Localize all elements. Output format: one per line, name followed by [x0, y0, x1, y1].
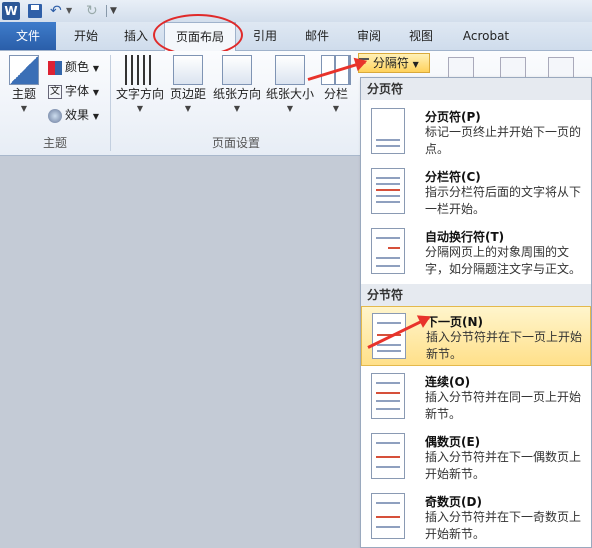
effects-icon — [48, 108, 62, 123]
word-window: W ↶ ▼ ↻ ▼ 文件 开始 插入 页面布局 引用 邮件 审阅 视图 Acro… — [0, 0, 592, 548]
size-button[interactable]: 纸张大小 ▼ — [264, 55, 316, 113]
chevron-down-icon: ▼ — [92, 112, 99, 121]
text-direction-label: 文字方向 — [115, 87, 164, 101]
colors-label: 颜色 — [65, 60, 90, 74]
continuous-icon — [371, 373, 405, 419]
tab-file[interactable]: 文件 — [0, 22, 56, 50]
group-separator — [110, 55, 111, 151]
page-setup-group-label: 页面设置 — [211, 136, 260, 150]
size-label: 纸张大小 — [265, 87, 314, 101]
menu-item-title: 奇数页(D) — [425, 495, 482, 509]
tab-references[interactable]: 引用 — [242, 22, 288, 50]
tab-home[interactable]: 开始 — [62, 22, 110, 50]
page-breaks-header: 分页符 — [361, 78, 591, 100]
orientation-button[interactable]: 纸张方向 ▼ — [210, 55, 264, 113]
columns-button[interactable]: 分栏 ▼ — [318, 55, 354, 113]
menu-item-desc: 插入分节符并在下一页上开始新节。 — [426, 330, 583, 361]
redo-icon[interactable]: ↻ — [86, 2, 100, 20]
chevron-down-icon: ▼ — [332, 104, 340, 113]
columns-label: 分栏 — [323, 87, 348, 101]
effects-label: 效果 — [65, 108, 90, 122]
menu-item-desc: 插入分节符并在同一页上开始新节。 — [425, 390, 582, 421]
customize-qat-icon[interactable]: ▼ — [110, 2, 117, 20]
tab-view[interactable]: 视图 — [398, 22, 444, 50]
chevron-down-icon: ▼ — [92, 88, 99, 97]
chevron-down-icon: ▼ — [184, 104, 192, 113]
page-break-icon — [371, 108, 405, 154]
menu-item-even-page[interactable]: 偶数页(E) 插入分节符并在下一偶数页上开始新节。 — [361, 427, 591, 487]
title-bar: W ↶ ▼ ↻ ▼ — [0, 0, 592, 22]
menu-item-desc: 分隔网页上的对象周围的文字，如分隔题注文字与正文。 — [425, 245, 582, 276]
breaks-button[interactable]: 分隔符 ▼ — [358, 53, 430, 73]
section-breaks-header: 分节符 — [361, 284, 591, 306]
page-size-icon — [275, 55, 305, 85]
tab-mailings[interactable]: 邮件 — [294, 22, 340, 50]
chevron-down-icon: ▼ — [92, 64, 99, 73]
effects-button[interactable]: 效果 ▼ — [48, 104, 99, 126]
menu-item-title: 偶数页(E) — [425, 435, 481, 449]
fonts-button[interactable]: 文字体 ▼ — [48, 80, 99, 102]
tab-acrobat[interactable]: Acrobat — [452, 22, 520, 50]
breaks-label: 分隔符 — [372, 56, 409, 70]
undo-dropdown-icon[interactable]: ▼ — [66, 2, 72, 20]
even-page-icon — [371, 433, 405, 479]
ribbon-tabs: 文件 开始 插入 页面布局 引用 邮件 审阅 视图 Acrobat — [0, 22, 592, 51]
undo-icon[interactable]: ↶ — [50, 2, 64, 20]
menu-item-continuous[interactable]: 连续(O) 插入分节符并在同一页上开始新节。 — [361, 367, 591, 427]
fonts-label: 字体 — [65, 84, 90, 98]
colors-icon — [48, 60, 62, 75]
margins-icon — [173, 55, 203, 85]
tab-page-layout[interactable]: 页面布局 — [164, 22, 236, 51]
document-area[interactable] — [0, 156, 360, 548]
text-direction-icon — [125, 55, 155, 85]
word-logo-icon[interactable]: W — [2, 2, 20, 20]
text-direction-button[interactable]: 文字方向 ▼ — [114, 55, 166, 113]
qat-separator — [106, 5, 107, 17]
text-wrapping-icon — [371, 228, 405, 274]
menu-item-text-wrapping[interactable]: 自动换行符(T) 分隔网页上的对象周围的文字，如分隔题注文字与正文。 — [361, 222, 591, 282]
column-break-icon — [371, 168, 405, 214]
colors-button[interactable]: 颜色 ▼ — [48, 56, 99, 78]
orientation-icon — [222, 55, 252, 85]
tab-insert[interactable]: 插入 — [112, 22, 160, 50]
menu-item-next-page[interactable]: 下一页(N) 插入分节符并在下一页上开始新节。 — [361, 306, 591, 366]
menu-item-title: 下一页(N) — [426, 315, 484, 329]
tab-review[interactable]: 审阅 — [346, 22, 392, 50]
themes-icon — [9, 55, 39, 85]
menu-item-odd-page[interactable]: 奇数页(D) 插入分节符并在下一奇数页上开始新节。 — [361, 487, 591, 547]
orientation-label: 纸张方向 — [212, 87, 261, 101]
chevron-down-icon: ▼ — [286, 104, 294, 113]
chevron-down-icon: ▼ — [233, 104, 241, 113]
chevron-down-icon: ▼ — [20, 104, 28, 113]
fonts-icon: 文 — [48, 84, 62, 99]
menu-item-column-break[interactable]: 分栏符(C) 指示分栏符后面的文字将从下一栏开始。 — [361, 162, 591, 222]
margins-label: 页边距 — [169, 87, 206, 101]
save-icon[interactable] — [28, 4, 42, 18]
chevron-down-icon: ▼ — [412, 60, 419, 69]
chevron-down-icon: ▼ — [136, 104, 144, 113]
menu-item-desc: 标记一页终止并开始下一页的点。 — [425, 125, 582, 156]
menu-item-page-break[interactable]: 分页符(P) 标记一页终止并开始下一页的点。 — [361, 102, 591, 162]
menu-item-desc: 指示分栏符后面的文字将从下一栏开始。 — [425, 185, 582, 216]
margins-button[interactable]: 页边距 ▼ — [168, 55, 208, 113]
menu-item-title: 自动换行符(T) — [425, 230, 505, 244]
menu-item-desc: 插入分节符并在下一偶数页上开始新节。 — [425, 450, 582, 481]
menu-item-title: 分页符(P) — [425, 110, 481, 124]
odd-page-icon — [371, 493, 405, 539]
themes-label: 主题 — [11, 87, 36, 101]
menu-item-title: 分栏符(C) — [425, 170, 481, 184]
breaks-dropdown-menu: 分页符 分页符(P) 标记一页终止并开始下一页的点。 分栏符(C) 指示分栏符后… — [360, 77, 592, 548]
themes-button[interactable]: 主题 ▼ — [6, 55, 42, 113]
themes-group-label: 主题 — [42, 136, 67, 150]
menu-item-title: 连续(O) — [425, 375, 471, 389]
menu-item-desc: 插入分节符并在下一奇数页上开始新节。 — [425, 510, 582, 541]
